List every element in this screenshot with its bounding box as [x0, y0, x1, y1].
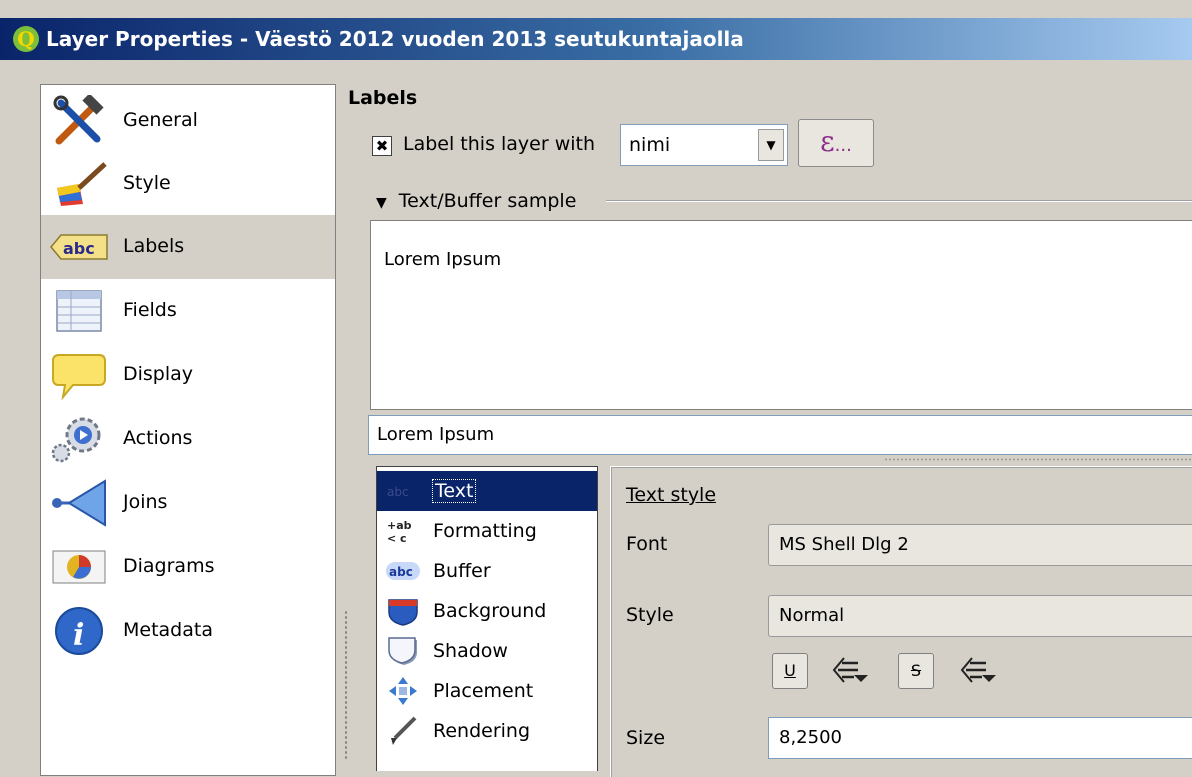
- brush-rendering-icon: [391, 716, 417, 745]
- label-layer-checkbox-label[interactable]: Label this layer with: [403, 133, 595, 155]
- tab-label: Background: [433, 600, 547, 622]
- tab-buffer[interactable]: abc Buffer: [377, 551, 597, 591]
- sidebar-item-fields[interactable]: Fields: [41, 279, 335, 343]
- page-title: Labels: [348, 87, 418, 109]
- strikeout-icon: S: [910, 661, 922, 680]
- abc-buffer-icon: abc: [386, 562, 420, 580]
- sidebar-item-joins[interactable]: Joins: [41, 471, 335, 535]
- sidebar-item-label: Metadata: [123, 619, 213, 641]
- style-label: Style: [626, 604, 674, 626]
- sidebar-item-label: Style: [123, 172, 171, 194]
- sidebar-item-general[interactable]: General: [41, 89, 335, 153]
- sidebar-item-style[interactable]: Style: [41, 152, 335, 216]
- window-title-bar[interactable]: Q Layer Properties - Väestö 2012 vuoden …: [0, 18, 1192, 60]
- svg-text:abc: abc: [387, 485, 409, 499]
- collapse-triangle-icon: ▼: [376, 195, 387, 211]
- tab-placement[interactable]: Placement: [377, 671, 597, 711]
- svg-text:abc: abc: [63, 239, 95, 258]
- label-layer-checkbox[interactable]: ✖: [372, 136, 392, 156]
- tab-rendering[interactable]: Rendering: [377, 711, 597, 751]
- sidebar-item-label: Joins: [123, 491, 168, 513]
- abc-text-icon: abc: [387, 485, 409, 499]
- epsilon-icon: ε: [820, 125, 835, 158]
- placement-arrows-icon: [389, 677, 417, 705]
- text-buffer-sample-group-toggle[interactable]: ▼ Text/Buffer sample: [376, 190, 576, 212]
- tab-label: Placement: [433, 680, 534, 702]
- underline-button[interactable]: U: [772, 653, 808, 689]
- shadow-icon: [388, 637, 417, 665]
- text-align-dropdown-icon[interactable]: [830, 655, 870, 685]
- sidebar-item-label: Actions: [123, 427, 193, 449]
- sample-text-input[interactable]: Lorem Ipsum: [368, 415, 1192, 455]
- expression-button[interactable]: ε...: [798, 119, 874, 167]
- font-size-spinbox[interactable]: 8,2500: [768, 717, 1192, 759]
- tab-text[interactable]: abc Text: [377, 471, 597, 511]
- svg-text:abc: abc: [389, 565, 413, 579]
- font-size-value: 8,2500: [779, 727, 842, 748]
- preview-text: Lorem Ipsum: [384, 249, 502, 270]
- svg-text:+ab: +ab: [387, 519, 412, 532]
- sidebar-item-label: General: [123, 109, 198, 131]
- pie-chart-icon: [52, 550, 106, 584]
- sidebar-item-label: Display: [123, 363, 194, 385]
- expression-dots: ...: [834, 135, 852, 156]
- size-label: Size: [626, 727, 666, 749]
- sidebar-item-labels[interactable]: abc Labels: [41, 215, 335, 279]
- label-field-combobox[interactable]: nimi ▼: [620, 124, 788, 166]
- tools-icon: [53, 95, 104, 145]
- svg-text:< c: < c: [387, 532, 407, 545]
- vertical-splitter-handle[interactable]: [344, 610, 348, 760]
- text-align-dropdown-icon[interactable]: [958, 655, 998, 685]
- text-style-title: Text style: [626, 484, 717, 506]
- sample-text-value: Lorem Ipsum: [377, 424, 495, 445]
- font-style-combobox[interactable]: Normal: [768, 595, 1192, 637]
- font-value: MS Shell Dlg 2: [779, 534, 909, 555]
- tab-label: Buffer: [433, 560, 491, 582]
- sidebar-item-label: Labels: [123, 235, 185, 257]
- formatting-icon: +ab < c: [387, 519, 412, 545]
- sidebar-item-metadata[interactable]: i Metadata: [41, 599, 335, 663]
- join-arrow-icon: [52, 479, 106, 527]
- group-label: Text/Buffer sample: [398, 190, 577, 212]
- tab-shadow[interactable]: Shadow: [377, 631, 597, 671]
- label-preview-area: Lorem Ipsum: [370, 220, 1192, 410]
- tab-label: Rendering: [433, 720, 531, 742]
- sidebar-item-display[interactable]: Display: [41, 343, 335, 407]
- sidebar-item-diagrams[interactable]: Diagrams: [41, 535, 335, 599]
- window-title: Layer Properties - Väestö 2012 vuoden 20…: [46, 27, 744, 51]
- label-settings-tab-list: abc Text +ab < c Formatting abc Buffer B…: [376, 466, 598, 771]
- horizontal-splitter-handle[interactable]: [884, 458, 1192, 461]
- properties-sidebar: General Style abc Labels Fields Display …: [40, 84, 336, 776]
- font-label: Font: [626, 533, 668, 555]
- underline-icon: U: [784, 661, 796, 680]
- font-style-value: Normal: [779, 605, 845, 626]
- table-icon: [56, 290, 102, 332]
- chevron-down-icon[interactable]: ▼: [758, 129, 784, 161]
- tab-background[interactable]: Background: [377, 591, 597, 631]
- label-field-value: nimi: [629, 134, 671, 156]
- paintbrush-icon: [57, 162, 107, 206]
- tab-label: Formatting: [433, 520, 537, 542]
- tab-label: Text: [431, 479, 477, 503]
- gears-icon: [51, 417, 101, 463]
- sidebar-item-actions[interactable]: Actions: [41, 407, 335, 471]
- font-selector[interactable]: MS Shell Dlg 2: [768, 524, 1192, 566]
- strikeout-button[interactable]: S: [898, 653, 934, 689]
- svg-text:i: i: [73, 618, 84, 653]
- tab-formatting[interactable]: +ab < c Formatting: [377, 511, 597, 551]
- sidebar-item-label: Diagrams: [123, 555, 215, 577]
- info-icon: i: [55, 607, 103, 655]
- shield-background-icon: [388, 599, 418, 626]
- sidebar-item-label: Fields: [123, 299, 177, 321]
- labels-abc-icon: abc: [50, 234, 108, 260]
- qgis-app-icon: Q: [13, 26, 39, 52]
- speech-bubble-icon: [52, 354, 106, 401]
- group-divider: [606, 200, 1192, 202]
- tab-label: Shadow: [433, 640, 508, 662]
